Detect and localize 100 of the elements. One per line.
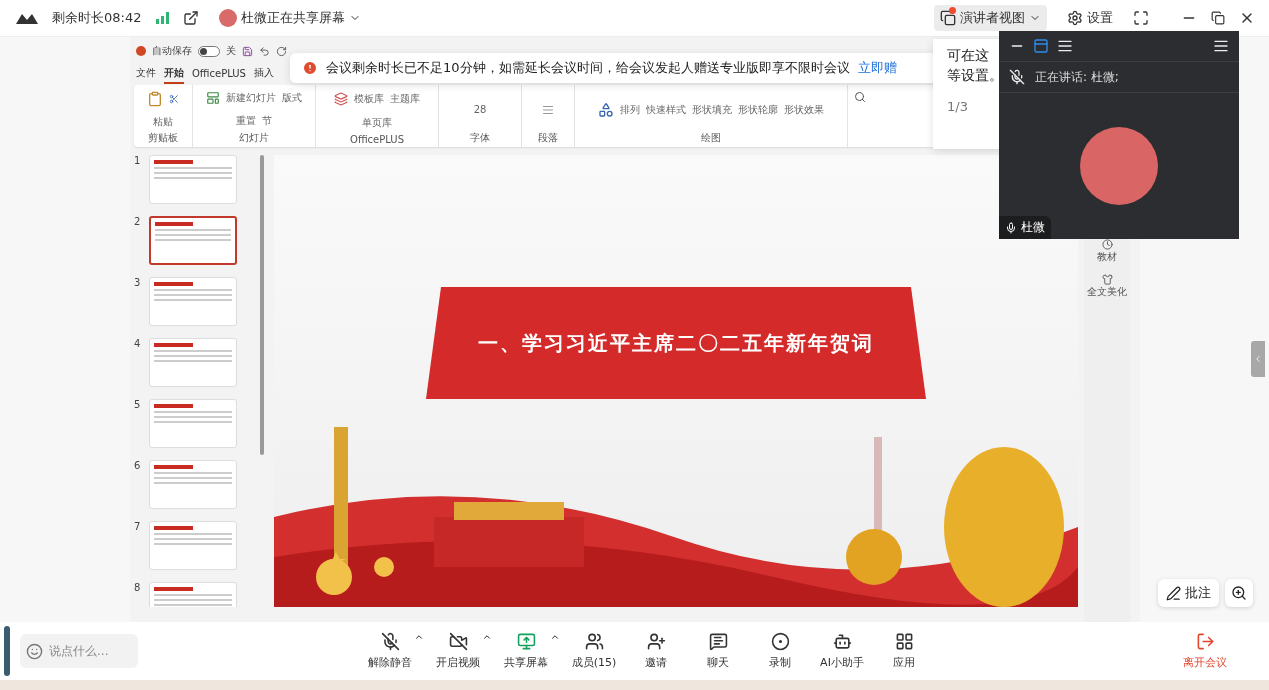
presenter-view-button[interactable]: 演讲者视图 <box>934 5 1047 31</box>
ribbon-command[interactable]: 单页库 <box>362 116 392 131</box>
remaining-time: 剩余时长08:42 <box>52 9 142 27</box>
window-icon[interactable] <box>1033 38 1049 54</box>
leave-meeting-button[interactable]: 离开会议 <box>1177 631 1233 671</box>
autosave-label: 自动保存 <box>152 44 192 58</box>
toolbar-button[interactable]: 邀请 <box>628 632 684 670</box>
ribbon-command[interactable]: 版式 <box>282 91 302 105</box>
toolbar-button[interactable]: 聊天 <box>690 632 746 670</box>
ribbon-group-label: OfficePLUS <box>350 134 404 145</box>
slide-number: 5 <box>134 399 142 412</box>
tip-text: 可在这 <box>947 47 990 65</box>
people-icon <box>584 632 604 651</box>
ribbon-command[interactable]: 形状效果 <box>784 102 824 117</box>
slide-number: 8 <box>134 582 142 595</box>
shapes-icon <box>598 101 614 118</box>
list-icon[interactable] <box>1057 38 1073 54</box>
align-icon <box>542 103 554 116</box>
ribbon-tab[interactable]: 插入 <box>253 66 274 84</box>
settings-icon <box>1067 10 1083 26</box>
ribbon-group-label: 段落 <box>538 131 558 145</box>
ribbon-command[interactable]: 模板库 <box>354 91 384 106</box>
side-tool-button[interactable]: 全文美化 <box>1087 274 1127 299</box>
exit-icon <box>1195 632 1215 651</box>
expand-handle[interactable] <box>1251 341 1265 377</box>
muted-microphone-icon <box>1009 69 1025 85</box>
ribbon-tab[interactable]: OfficePLUS <box>192 67 246 83</box>
ribbon-command[interactable]: 重置 <box>236 114 256 128</box>
zoom-in-icon <box>1231 585 1247 601</box>
caret-icon[interactable] <box>482 632 492 642</box>
clock-icon <box>1101 239 1113 250</box>
slide-number: 1 <box>134 155 142 168</box>
tip-page-counter: 1/3 <box>947 99 969 114</box>
avatar-icon <box>219 9 238 27</box>
sharer-dropdown[interactable]: 杜微正在共享屏幕 <box>213 5 368 31</box>
ribbon-command[interactable]: 形状轮廓 <box>738 102 778 117</box>
chat-icon <box>708 632 728 651</box>
grid-icon <box>894 632 914 651</box>
slide-number: 3 <box>134 277 142 290</box>
caret-icon[interactable] <box>414 632 424 642</box>
robot-icon <box>832 632 852 651</box>
autosave-toggle[interactable] <box>198 45 220 57</box>
add-person-icon <box>646 632 666 651</box>
windows-icon <box>940 10 956 26</box>
ribbon-group-label: 绘图 <box>701 131 721 145</box>
toolbar-button[interactable]: AI小助手 <box>814 632 870 670</box>
annotate-button[interactable]: 批注 <box>1158 579 1219 607</box>
app-logo-icon <box>136 46 146 56</box>
volume-indicator <box>4 626 10 676</box>
zoom-in-button[interactable] <box>1225 579 1253 607</box>
screen-share-icon <box>516 632 536 651</box>
ribbon-command[interactable]: 节 <box>262 114 272 128</box>
slide-icon <box>206 91 220 105</box>
record-icon <box>770 632 790 651</box>
ribbon-command[interactable]: 主题库 <box>390 91 420 106</box>
signal-icon <box>155 12 170 24</box>
tip-text: 等设置。 <box>947 67 1004 85</box>
ribbon-command[interactable]: 快速样式 <box>646 102 686 117</box>
ribbon-command[interactable]: 粘贴 <box>153 114 173 129</box>
toolbar-button[interactable]: 成员(15) <box>566 632 622 670</box>
save-icon[interactable] <box>242 45 253 57</box>
ribbon-command[interactable]: 28 <box>473 104 487 115</box>
toolbar-button[interactable]: 开启视频 <box>430 632 486 670</box>
toolbar-button[interactable]: 录制 <box>752 632 808 670</box>
fullscreen-icon[interactable] <box>1133 10 1149 26</box>
template-icon <box>334 91 348 106</box>
gift-link[interactable]: 立即赠 <box>857 59 897 77</box>
ribbon-command[interactable]: 排列 <box>620 102 640 117</box>
emoji-icon <box>26 642 43 660</box>
side-tool-button[interactable]: 教材 <box>1097 239 1117 264</box>
undo-icon[interactable] <box>259 45 270 57</box>
ribbon-tab[interactable]: 文件 <box>136 66 156 84</box>
ribbon-group-label: 剪贴板 <box>148 131 178 145</box>
autosave-state: 关 <box>226 44 236 58</box>
restore-icon[interactable] <box>1211 11 1225 25</box>
search-icon[interactable] <box>854 91 866 103</box>
external-link-icon[interactable] <box>183 10 200 26</box>
logo-icon <box>16 12 38 24</box>
slide-thumbnail[interactable] <box>149 216 237 265</box>
slide-title: 一、学习习近平主席二〇二五年新年贺词 <box>478 329 874 357</box>
redo-icon[interactable] <box>276 45 287 57</box>
speaking-text: 正在讲话: 杜微; <box>1035 68 1119 86</box>
warning-icon <box>302 60 318 76</box>
toolbar-button[interactable]: 应用 <box>876 632 932 670</box>
scissors-icon <box>169 93 179 104</box>
settings-button[interactable]: 设置 <box>1061 5 1119 31</box>
pen-icon <box>1166 585 1181 601</box>
ribbon-group-label: 幻灯片 <box>239 131 269 145</box>
ribbon-group-label: 字体 <box>470 131 490 145</box>
caret-icon[interactable] <box>550 632 560 642</box>
shirt-icon <box>1101 274 1113 285</box>
toolbar-button[interactable]: 共享屏幕 <box>498 632 554 670</box>
slide-number: 2 <box>134 216 142 229</box>
slide-number: 4 <box>134 338 142 351</box>
microphone-icon <box>1005 221 1017 234</box>
toolbar-button[interactable]: 解除静音 <box>362 632 418 670</box>
ribbon-command[interactable]: 形状填充 <box>692 102 732 117</box>
name-tag: 杜微 <box>999 216 1051 239</box>
ribbon-command[interactable]: 新建幻灯片 <box>226 91 276 105</box>
notice-text: 会议剩余时长已不足10分钟，如需延长会议时间，给会议发起人赠送专业版即享不限时会议 <box>326 59 850 77</box>
